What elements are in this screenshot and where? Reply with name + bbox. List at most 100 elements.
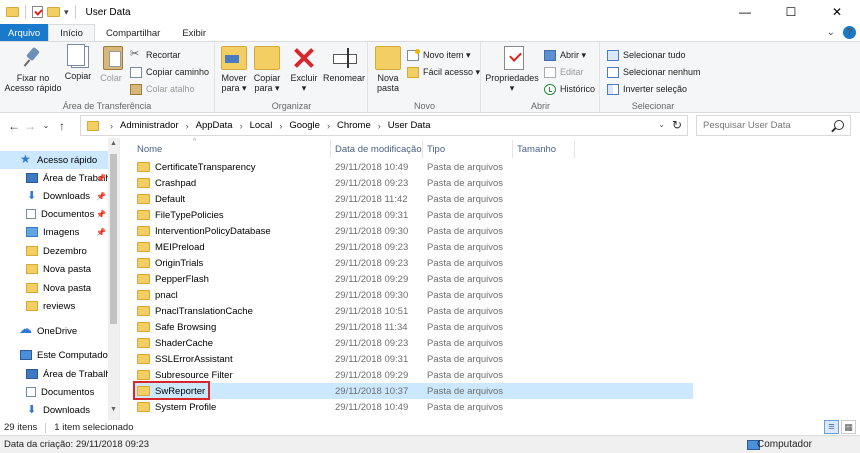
nav-item-quick-access[interactable]: Acesso rápido (0, 151, 108, 169)
up-arrow-icon[interactable]: ↑ (54, 119, 70, 133)
file-row[interactable]: Subresource Filter 29/11/2018 09:29 Past… (133, 367, 693, 383)
chevron-right-icon[interactable]: › (327, 121, 330, 131)
edit-button[interactable]: Editar (544, 65, 584, 79)
select-none-button[interactable]: Selecionar nenhum (607, 65, 701, 79)
properties-button[interactable]: Propriedades ▾ (484, 46, 540, 93)
file-row[interactable]: CertificateTransparency 29/11/2018 10:49… (133, 159, 693, 175)
forward-arrow-icon[interactable]: → (22, 119, 38, 133)
nav-item-pictures[interactable]: Imagens 📌 (0, 223, 108, 241)
folder-icon (137, 194, 150, 204)
properties-quick-icon[interactable] (32, 6, 43, 18)
file-row[interactable]: Default 29/11/2018 11:42 Pasta de arquiv… (133, 191, 693, 207)
scroll-thumb[interactable] (110, 154, 117, 324)
help-icon[interactable]: ? (843, 26, 856, 39)
file-row[interactable]: System Profile 29/11/2018 10:49 Pasta de… (133, 399, 693, 415)
refresh-icon[interactable]: ↻ (672, 118, 682, 132)
file-row[interactable]: OriginTrials 29/11/2018 09:23 Pasta de a… (133, 255, 693, 271)
close-button[interactable]: ✕ (814, 0, 860, 24)
tab-file[interactable]: Arquivo (0, 24, 49, 42)
move-to-button[interactable]: Mover para ▾ (218, 46, 250, 93)
computer-icon (20, 350, 32, 360)
scroll-up-icon[interactable]: ▲ (108, 140, 119, 152)
copy-path-button[interactable]: Copiar caminho (130, 65, 209, 79)
recent-chevron-icon[interactable]: ⌄ (38, 121, 54, 130)
column-header-name[interactable]: Nome ^ (133, 138, 331, 158)
maximize-button[interactable]: ☐ (768, 0, 814, 24)
invert-selection-button[interactable]: Inverter seleção (607, 82, 687, 96)
easy-access-button[interactable]: Fácil acesso ▾ (407, 65, 480, 79)
search-input[interactable]: Pesquisar User Data (696, 115, 851, 136)
nav-item-nova-pasta-2[interactable]: Nova pasta (0, 279, 108, 297)
nav-scrollbar[interactable]: ▲ ▼ (108, 138, 119, 420)
file-row[interactable]: InterventionPolicyDatabase 29/11/2018 09… (133, 223, 693, 239)
file-row[interactable]: PepperFlash 29/11/2018 09:29 Pasta de ar… (133, 271, 693, 287)
file-row[interactable]: SSLErrorAssistant 29/11/2018 09:31 Pasta… (133, 351, 693, 367)
collapse-ribbon-chevron-icon[interactable]: ⌄ (827, 27, 835, 38)
back-arrow-icon[interactable]: ← (6, 119, 22, 133)
file-row[interactable]: Safe Browsing 29/11/2018 11:34 Pasta de … (133, 319, 693, 335)
address-bar[interactable]: › Administrador › AppData › Local › Goog… (80, 115, 688, 136)
scroll-down-icon[interactable]: ▼ (108, 406, 119, 418)
nav-item-documents-pc[interactable]: Documentos (0, 383, 108, 401)
nav-item-onedrive[interactable]: OneDrive (0, 322, 108, 340)
file-row[interactable]: ShaderCache 29/11/2018 09:23 Pasta de ar… (133, 335, 693, 351)
column-header-type[interactable]: Tipo (423, 140, 513, 158)
nav-item-desktop[interactable]: Área de Trabalho 📌 (0, 169, 108, 187)
chevron-right-icon[interactable]: › (240, 121, 243, 131)
tab-share[interactable]: Compartilhar (95, 24, 171, 42)
nav-item-this-pc[interactable]: Este Computador (0, 346, 108, 364)
copy-to-button[interactable]: Copiar para ▾ (250, 46, 284, 93)
breadcrumb-item[interactable]: User Data (388, 120, 431, 131)
nav-item-nova-pasta[interactable]: Nova pasta (0, 260, 108, 278)
chevron-right-icon[interactable]: › (110, 121, 113, 131)
breadcrumb-item[interactable]: AppData (196, 120, 233, 131)
tab-home[interactable]: Início (48, 24, 95, 42)
copy-button[interactable]: Copiar (62, 44, 94, 81)
customize-toolbar-chevron-icon[interactable]: ▾ (64, 7, 69, 18)
new-folder-quick-icon[interactable] (47, 7, 60, 17)
open-button[interactable]: Abrir ▾ (544, 48, 586, 62)
column-header-date[interactable]: Data de modificação (331, 140, 423, 158)
folder-icon (137, 290, 150, 300)
file-row-selected[interactable]: SwReporter 29/11/2018 10:37 Pasta de arq… (133, 383, 693, 399)
file-row[interactable]: PnaclTranslationCache 29/11/2018 10:51 P… (133, 303, 693, 319)
minimize-button[interactable]: — (722, 0, 768, 24)
delete-button[interactable]: Excluir ▾ (288, 46, 320, 93)
chevron-right-icon[interactable]: › (378, 121, 381, 131)
rename-button[interactable]: Renomear (322, 46, 366, 83)
nav-item-dezembro[interactable]: Dezembro (0, 242, 108, 260)
search-placeholder: Pesquisar User Data (703, 120, 791, 131)
history-button[interactable]: Histórico (544, 82, 595, 96)
paste-shortcut-button[interactable]: Colar atalho (130, 82, 195, 96)
creation-date: Data da criação: 29/11/2018 09:23 (4, 439, 150, 450)
chevron-right-icon[interactable]: › (186, 121, 189, 131)
file-row[interactable]: Crashpad 29/11/2018 09:23 Pasta de arqui… (133, 175, 693, 191)
pin-icon: 📌 (96, 191, 106, 201)
large-icons-view-icon[interactable] (841, 420, 856, 434)
details-view-icon[interactable] (824, 420, 839, 434)
paste-button[interactable]: Colar (96, 46, 126, 83)
breadcrumb-item[interactable]: Administrador (120, 120, 179, 131)
new-folder-button[interactable]: Nova pasta (373, 46, 403, 93)
nav-item-downloads[interactable]: Downloads 📌 (0, 187, 108, 205)
cut-button[interactable]: Recortar (130, 47, 181, 62)
nav-item-reviews[interactable]: reviews (0, 297, 108, 315)
new-item-button[interactable]: Novo item ▾ (407, 48, 471, 62)
breadcrumb-item[interactable]: Local (250, 120, 273, 131)
chevron-right-icon[interactable]: › (279, 121, 282, 131)
search-icon[interactable] (834, 120, 844, 130)
file-row[interactable]: FileTypePolicies 29/11/2018 09:31 Pasta … (133, 207, 693, 223)
file-row[interactable]: pnacl 29/11/2018 09:30 Pasta de arquivos (133, 287, 693, 303)
tab-view[interactable]: Exibir (171, 24, 217, 42)
nav-item-documents[interactable]: Documentos 📌 (0, 205, 108, 223)
column-header-size[interactable]: Tamanho (513, 140, 575, 158)
folder-icon (137, 402, 150, 412)
file-row[interactable]: MEIPreload 29/11/2018 09:23 Pasta de arq… (133, 239, 693, 255)
nav-item-desktop-pc[interactable]: Área de Trabalho (0, 365, 108, 383)
breadcrumb-item[interactable]: Chrome (337, 120, 371, 131)
nav-item-downloads-pc[interactable]: Downloads (0, 401, 108, 419)
address-dropdown-chevron-icon[interactable]: ⌄ (658, 120, 665, 129)
pin-quick-access-button[interactable]: Fixar no Acesso rápido (4, 46, 62, 93)
breadcrumb-item[interactable]: Google (289, 120, 320, 131)
select-all-button[interactable]: Selecionar tudo (607, 48, 686, 62)
